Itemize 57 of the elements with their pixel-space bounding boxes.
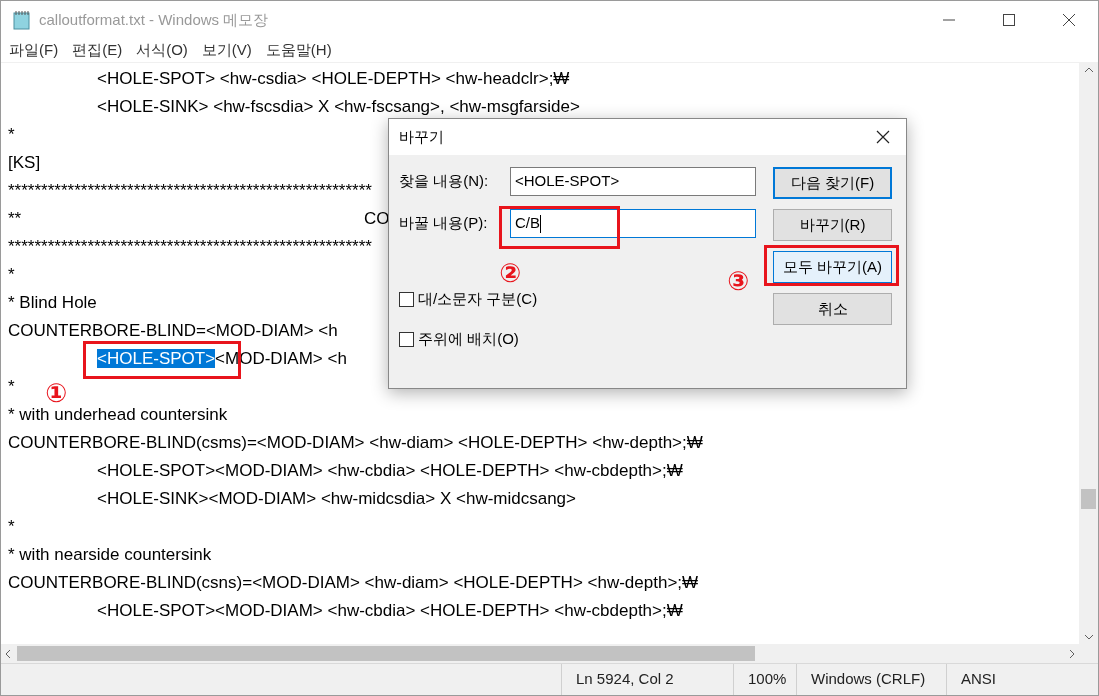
status-text: Ln 5924, Col 2 xyxy=(576,669,674,690)
scroll-left-icon[interactable] xyxy=(5,648,11,659)
text-line: ** CO xyxy=(8,208,390,230)
text-line: ******************************************************* xyxy=(8,180,372,202)
text-line: * with nearside countersink xyxy=(8,544,212,566)
close-icon[interactable] xyxy=(876,130,890,144)
dialog-button[interactable]: 취소 xyxy=(773,293,892,325)
checkbox-label: 대/소문자 구분(C) xyxy=(418,288,538,309)
text-line: [KS] xyxy=(8,152,41,174)
notepad-icon xyxy=(13,10,31,30)
text-line: <HOLE-SPOT><MOD-DIAM> <hw-cbdia> <HOLE-DEPTH> <hw-cbdepth>;₩ xyxy=(96,460,683,482)
text-line: COUNTERBORE-BLIND(csms)=<MOD-DIAM> <hw-diam> <HOLE-DEPTH> <hw-depth>;₩ xyxy=(8,432,703,454)
checkbox[interactable] xyxy=(399,291,414,307)
scroll-up-icon[interactable] xyxy=(1083,67,1094,73)
dialog-button[interactable]: 모두 바꾸기(A) xyxy=(773,251,892,283)
text-line: * Blind Hole xyxy=(8,292,97,314)
text-line: COUNTERBORE-BLIND=<MOD-DIAM> <h xyxy=(8,320,338,342)
text-field[interactable]: C/B xyxy=(510,209,756,238)
maximize-icon[interactable] xyxy=(1003,14,1015,26)
window-title: calloutformat.txt - Windows 메모장 xyxy=(39,9,269,30)
text-line: * with underhead countersink xyxy=(8,404,228,426)
checkbox-label: 주위에 배치(O) xyxy=(418,328,519,349)
status-text: ANSI xyxy=(961,669,996,690)
menu-item[interactable]: 파일(F) xyxy=(9,39,59,62)
field-label: 찾을 내용(N): xyxy=(399,171,490,192)
text-line: * xyxy=(8,264,15,286)
text-line: * xyxy=(8,376,15,398)
text-line: <HOLE-SINK><MOD-DIAM> <hw-midcsdia> X <hw-midcsang> xyxy=(96,488,576,510)
menu-item[interactable]: 서식(O) xyxy=(136,39,188,62)
step-number: ① xyxy=(45,379,67,407)
text-line: COUNTERBORE-BLIND(csns)=<MOD-DIAM> <hw-diam> <HOLE-DEPTH> <hw-depth>;₩ xyxy=(8,572,699,594)
status-text: Windows (CRLF) xyxy=(811,669,926,690)
dialog-button[interactable]: 다음 찾기(F) xyxy=(773,167,892,199)
text-line: ******************************************************* xyxy=(8,236,372,258)
menu-item[interactable]: 보기(V) xyxy=(201,39,252,62)
text-line: <HOLE-SINK> <hw-fscsdia> X <hw-fscsang>, <hw-msgfarside> xyxy=(96,96,580,118)
menu-item[interactable]: 편집(E) xyxy=(72,39,123,62)
status-text: 100% xyxy=(748,669,787,690)
close-icon[interactable] xyxy=(1063,14,1075,26)
vertical-scrollbar[interactable] xyxy=(1079,63,1098,644)
text-line: * xyxy=(8,516,15,538)
text-field[interactable]: <HOLE-SPOT> xyxy=(510,167,756,196)
step-number: ③ xyxy=(727,267,749,295)
dialog-button[interactable]: 바꾸기(R) xyxy=(773,209,892,241)
checkbox[interactable] xyxy=(399,331,414,347)
horizontal-scrollbar[interactable] xyxy=(1,644,1079,663)
scrollbar-thumb[interactable] xyxy=(1081,489,1096,509)
scroll-down-icon[interactable] xyxy=(1083,634,1094,640)
dialog-title: 바꾸기 xyxy=(399,126,444,147)
field-label: 바꿀 내용(P): xyxy=(399,213,489,234)
menu-item[interactable]: 도움말(H) xyxy=(265,39,332,62)
text-line: * xyxy=(8,124,15,146)
text-line: <HOLE-SPOT><MOD-DIAM> <hw-cbdia> <HOLE-DEPTH> <hw-cbdepth>;₩ xyxy=(96,600,683,622)
scroll-right-icon[interactable] xyxy=(1069,648,1075,659)
scrollbar-thumb[interactable] xyxy=(17,646,755,661)
text-line: <HOLE-SPOT> <hw-csdia> <HOLE-DEPTH> <hw-headclr>;₩ xyxy=(96,68,570,90)
step-number: ② xyxy=(499,259,521,287)
